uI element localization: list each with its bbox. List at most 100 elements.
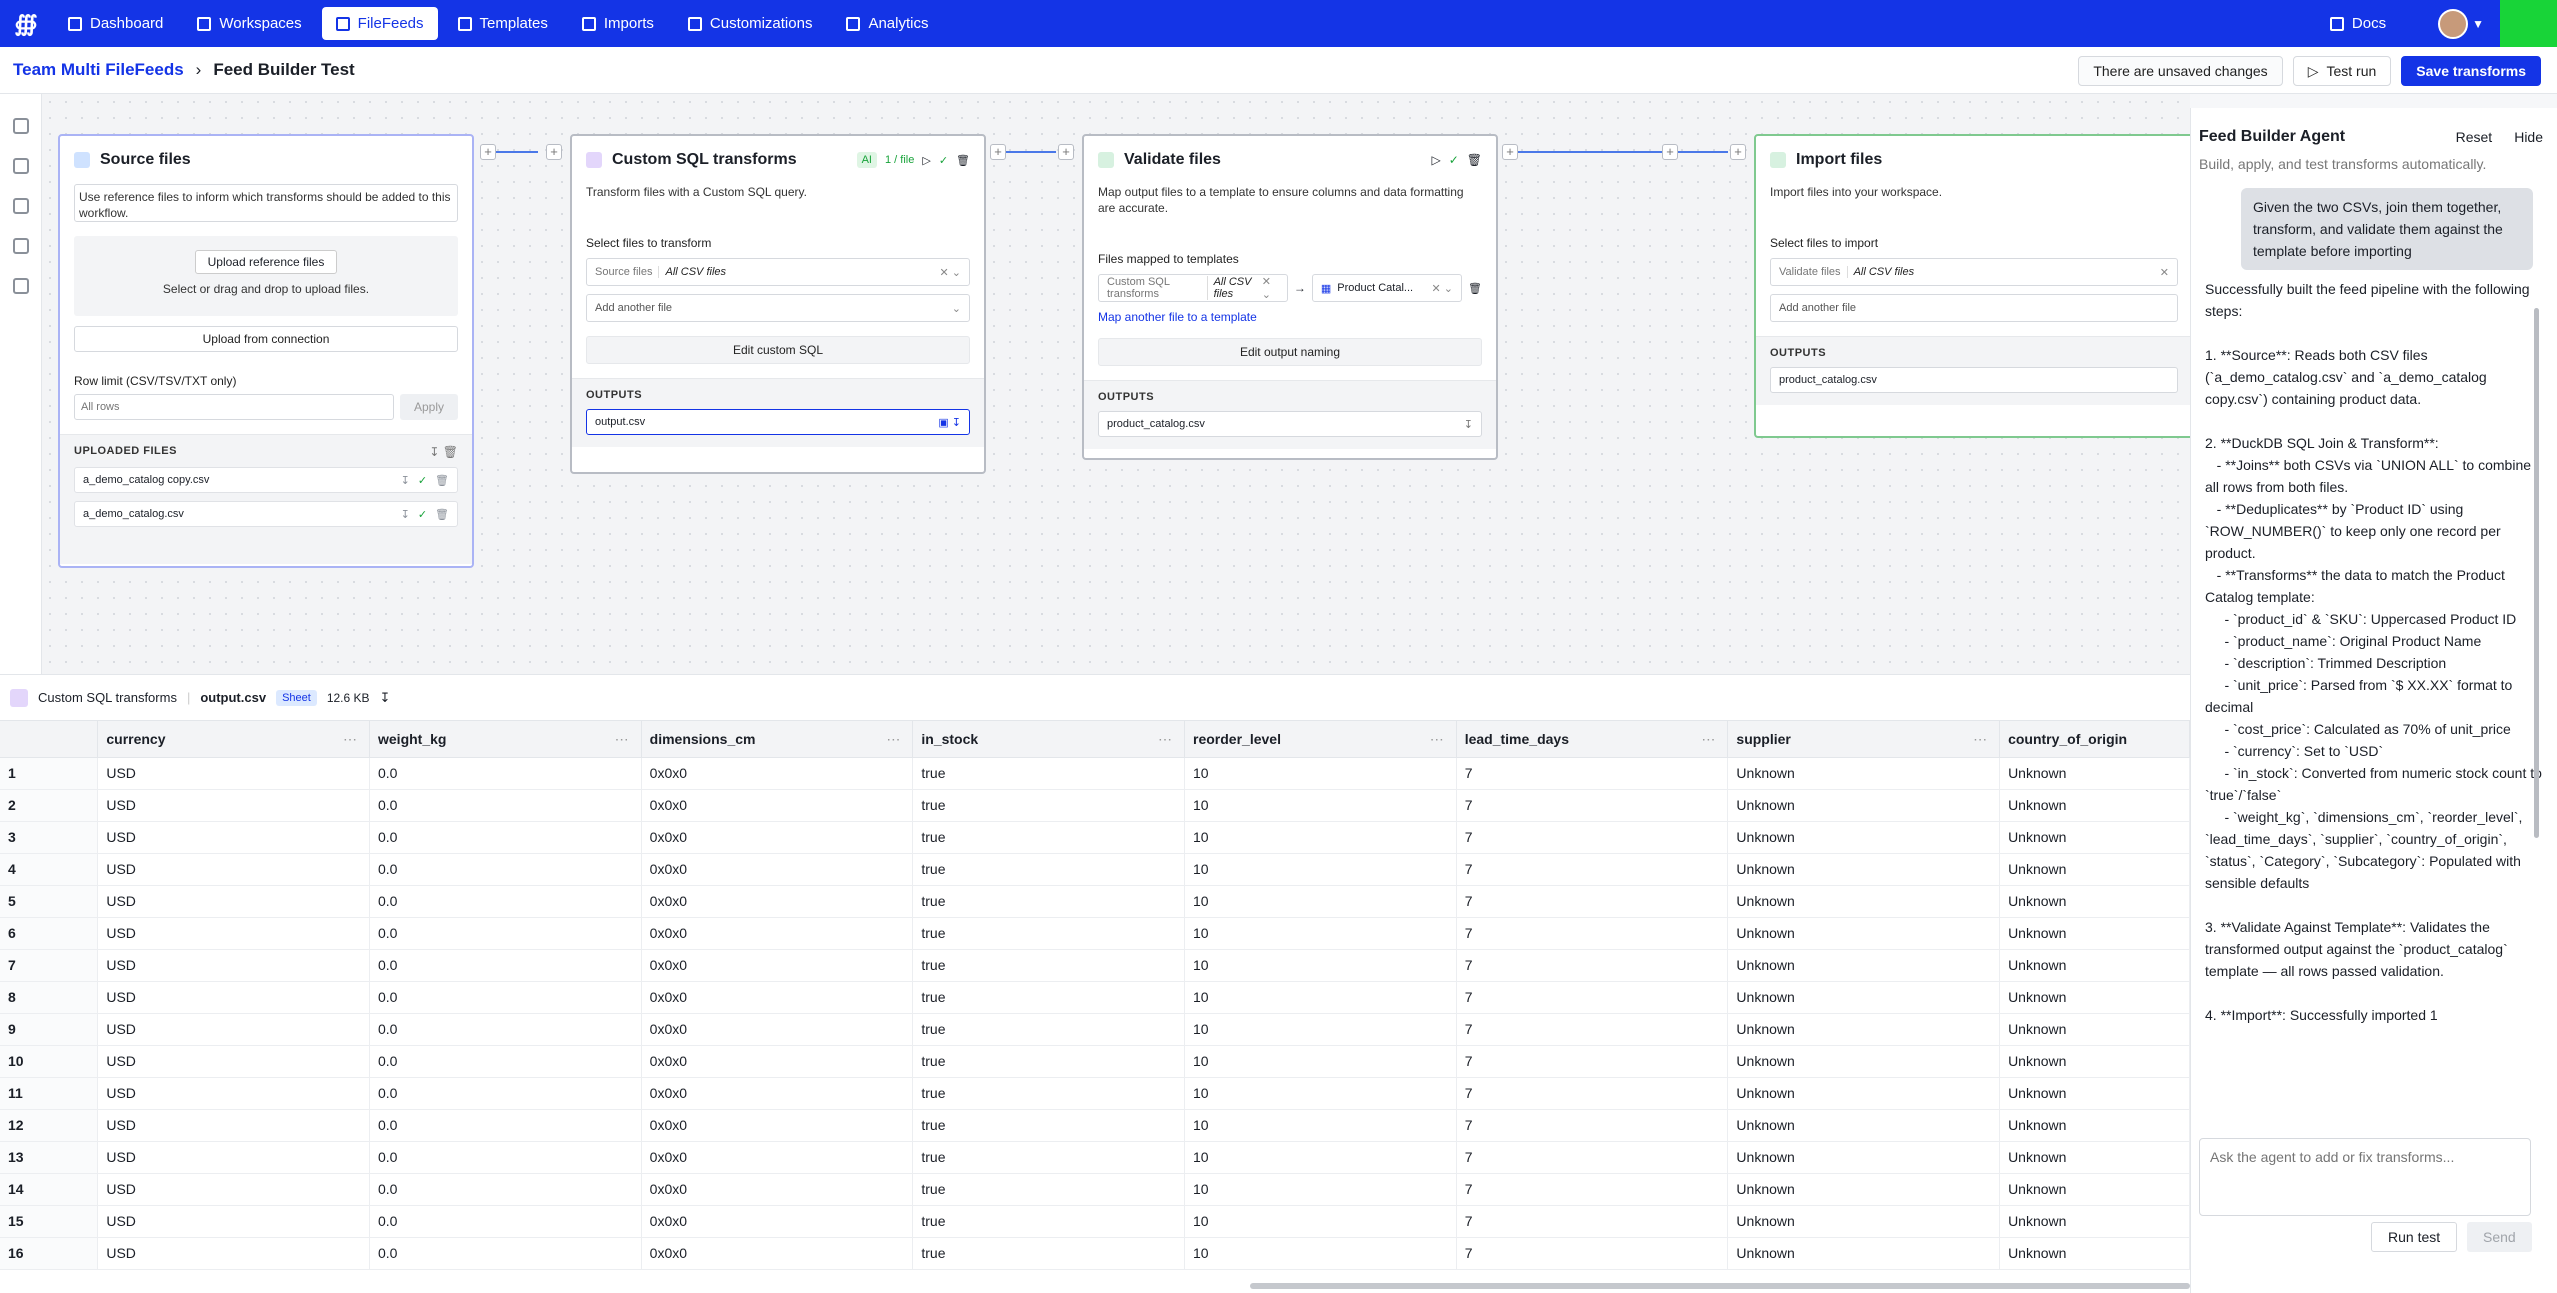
vertical-scrollbar[interactable] [2534,308,2539,838]
column-menu-icon[interactable]: ⋯ [1430,731,1444,748]
table-cell[interactable]: USD [97,789,370,822]
table-cell[interactable]: USD [97,917,370,950]
docs-link[interactable]: Docs [2329,15,2386,32]
add-step-button[interactable]: + [1058,144,1074,160]
table-cell[interactable]: Unknown [1727,821,2001,854]
table-cell[interactable]: Unknown [1999,1205,2190,1238]
table-cell[interactable]: Unknown [1999,821,2190,854]
table-cell[interactable]: 7 [1456,757,1729,790]
table-cell[interactable]: 7 [1456,1205,1729,1238]
table-cell[interactable]: 10 [1184,821,1457,854]
table-cell[interactable]: 0.0 [369,1013,642,1046]
table-row[interactable]: 2 USD 0.0 0x0x0 true 10 7 Unknown Unknown [0,789,2190,822]
download-icon[interactable]: ↧ [380,690,391,706]
table-cell[interactable]: 0.0 [369,821,642,854]
column-menu-icon[interactable]: ⋯ [343,731,357,748]
table-row[interactable]: 8 USD 0.0 0x0x0 true 10 7 Unknown Unknown [0,981,2190,1014]
table-row[interactable]: 14 USD 0.0 0x0x0 true 10 7 Unknown Unknown [0,1173,2190,1206]
column-header[interactable]: supplier ⋯ [1727,721,2001,758]
table-cell[interactable]: USD [97,1141,370,1174]
table-cell[interactable]: Unknown [1999,885,2190,918]
table-cell[interactable]: Unknown [1727,1141,2001,1174]
table-cell[interactable]: true [912,821,1186,854]
table-cell[interactable]: true [912,949,1186,982]
table-cell[interactable]: 0x0x0 [641,917,914,950]
history-icon[interactable] [12,198,29,214]
play-icon[interactable]: ▷ [1431,153,1440,167]
table-cell[interactable]: Unknown [1727,789,2001,822]
table-cell[interactable]: 7 [1456,917,1729,950]
table-row[interactable]: 15 USD 0.0 0x0x0 true 10 7 Unknown Unknown [0,1205,2190,1238]
table-cell[interactable]: 0x0x0 [641,853,914,886]
table-cell[interactable]: Unknown [1999,1077,2190,1110]
table-cell[interactable]: Unknown [1999,949,2190,982]
inbox-icon[interactable] [12,158,29,174]
table-row[interactable]: 10 USD 0.0 0x0x0 true 10 7 Unknown Unknown [0,1045,2190,1078]
table-cell[interactable]: USD [97,981,370,1014]
table-cell[interactable]: true [912,1237,1186,1270]
table-cell[interactable]: 0x0x0 [641,821,914,854]
table-cell[interactable]: true [912,1205,1186,1238]
table-cell[interactable]: USD [97,853,370,886]
table-cell[interactable]: Unknown [1727,1045,2001,1078]
table-cell[interactable]: 0.0 [369,1109,642,1142]
nav-analytics[interactable]: Analytics [832,7,942,40]
send-button[interactable]: Send [2467,1222,2532,1252]
import-files-card[interactable]: Import files Import files into your work… [1754,134,2194,438]
table-cell[interactable]: 0x0x0 [641,789,914,822]
source-select[interactable]: Source files All CSV files ✕ ⌄ [586,258,970,286]
close-icon[interactable]: ✕ ⌄ [1262,275,1279,301]
table-cell[interactable]: 0.0 [369,1205,642,1238]
table-cell[interactable]: Unknown [1727,1013,2001,1046]
map-another-link[interactable]: Map another file to a template [1084,302,1496,324]
table-cell[interactable]: true [912,1141,1186,1174]
table-cell[interactable]: Unknown [1727,757,2001,790]
output-file[interactable]: product_catalog.csv [1770,367,2178,393]
table-cell[interactable]: 0.0 [369,917,642,950]
table-cell[interactable]: 7 [1456,821,1729,854]
table-cell[interactable]: 7 [1456,949,1729,982]
trash-icon[interactable]: 🗑 [1468,282,1482,295]
mapped-file-select[interactable]: Custom SQL transforms All CSV files ✕ ⌄ [1098,274,1288,302]
table-cell[interactable]: 0x0x0 [641,1205,914,1238]
table-cell[interactable]: Unknown [1727,1237,2001,1270]
app-logo-icon[interactable]: ∰ [6,0,46,47]
table-cell[interactable]: 0.0 [369,1237,642,1270]
nav-dashboard[interactable]: Dashboard [54,7,177,40]
nav-imports[interactable]: Imports [568,7,668,40]
table-cell[interactable]: true [912,981,1186,1014]
table-cell[interactable]: 10 [1184,981,1457,1014]
add-another-select[interactable]: Add another file [1770,294,2178,322]
column-menu-icon[interactable]: ⋯ [886,731,900,748]
table-cell[interactable]: 7 [1456,885,1729,918]
edit-sql-button[interactable]: Edit custom SQL [586,336,970,364]
column-menu-icon[interactable]: ⋯ [1701,731,1715,748]
table-cell[interactable]: 10 [1184,949,1457,982]
table-cell[interactable]: 0.0 [369,885,642,918]
table-cell[interactable]: Unknown [1999,1173,2190,1206]
table-row[interactable]: 16 USD 0.0 0x0x0 true 10 7 Unknown Unknown [0,1237,2190,1270]
reset-button[interactable]: Reset [2456,129,2493,145]
close-icon[interactable]: ✕ ⌄ [940,266,962,279]
column-header[interactable]: weight_kg ⋯ [369,721,642,758]
file-actions[interactable]: ↧ ✓ 🗑 [401,508,449,521]
download-icon[interactable]: ↧ [1464,418,1473,431]
table-cell[interactable]: 0x0x0 [641,1045,914,1078]
column-header[interactable]: currency ⋯ [97,721,370,758]
table-cell[interactable]: 0.0 [369,1141,642,1174]
table-cell[interactable]: 0.0 [369,1077,642,1110]
table-cell[interactable]: USD [97,757,370,790]
add-step-button[interactable]: + [1502,144,1518,160]
horizontal-scrollbar[interactable] [1250,1283,2190,1289]
table-cell[interactable]: USD [97,821,370,854]
table-cell[interactable]: true [912,1077,1186,1110]
table-row[interactable]: 11 USD 0.0 0x0x0 true 10 7 Unknown Unknown [0,1077,2190,1110]
nav-filefeeds[interactable]: FileFeeds [321,7,438,40]
table-cell[interactable]: 0x0x0 [641,1077,914,1110]
table-cell[interactable]: Unknown [1999,1109,2190,1142]
table-cell[interactable]: 0x0x0 [641,981,914,1014]
play-icon[interactable]: ▷ [922,154,930,167]
terminal-icon[interactable] [12,278,29,294]
upload-connection-button[interactable]: Upload from connection [74,326,458,352]
table-cell[interactable]: 0.0 [369,853,642,886]
